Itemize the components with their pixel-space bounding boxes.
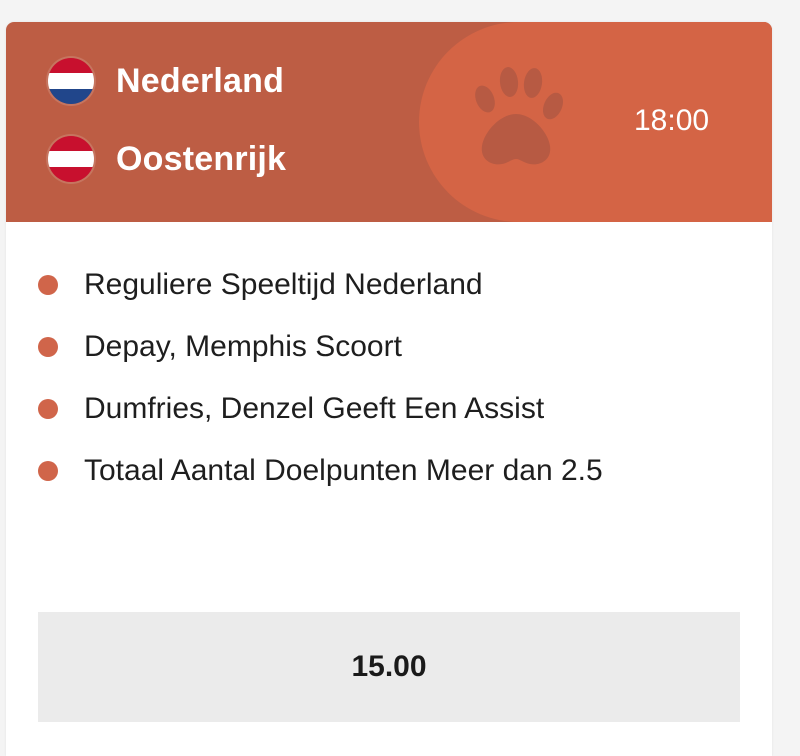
match-header: Nederland Oostenrijk 18:00 — [6, 22, 772, 222]
selection-label: Totaal Aantal Doelpunten Meer dan 2.5 — [84, 454, 603, 487]
home-team-name: Nederland — [116, 61, 285, 100]
odds-button[interactable]: 15.00 — [38, 612, 740, 722]
austria-flag-icon — [48, 136, 94, 182]
list-item: Reguliere Speeltijd Nederland — [38, 254, 603, 316]
bullet-icon — [38, 337, 58, 357]
list-item: Depay, Memphis Scoort — [38, 316, 603, 378]
selection-label: Reguliere Speeltijd Nederland — [84, 268, 483, 301]
home-team: Nederland — [48, 58, 284, 104]
bullet-icon — [38, 461, 58, 481]
selection-list: Reguliere Speeltijd Nederland Depay, Mem… — [38, 254, 603, 502]
netherlands-flag-icon — [48, 58, 94, 104]
selection-label: Depay, Memphis Scoort — [84, 330, 402, 363]
away-team: Oostenrijk — [48, 136, 286, 182]
away-team-name: Oostenrijk — [116, 139, 287, 178]
bet-card: Nederland Oostenrijk 18:00 Reguliere Spe… — [6, 22, 772, 756]
paw-icon — [475, 67, 564, 165]
selection-label: Dumfries, Denzel Geeft Een Assist — [84, 392, 545, 425]
page-margin — [784, 0, 800, 756]
bullet-icon — [38, 275, 58, 295]
list-item: Dumfries, Denzel Geeft Een Assist — [38, 378, 603, 440]
match-time: 18:00 — [634, 104, 710, 137]
list-item: Totaal Aantal Doelpunten Meer dan 2.5 — [38, 440, 603, 502]
bullet-icon — [38, 399, 58, 419]
odds-value: 15.00 — [351, 650, 427, 683]
